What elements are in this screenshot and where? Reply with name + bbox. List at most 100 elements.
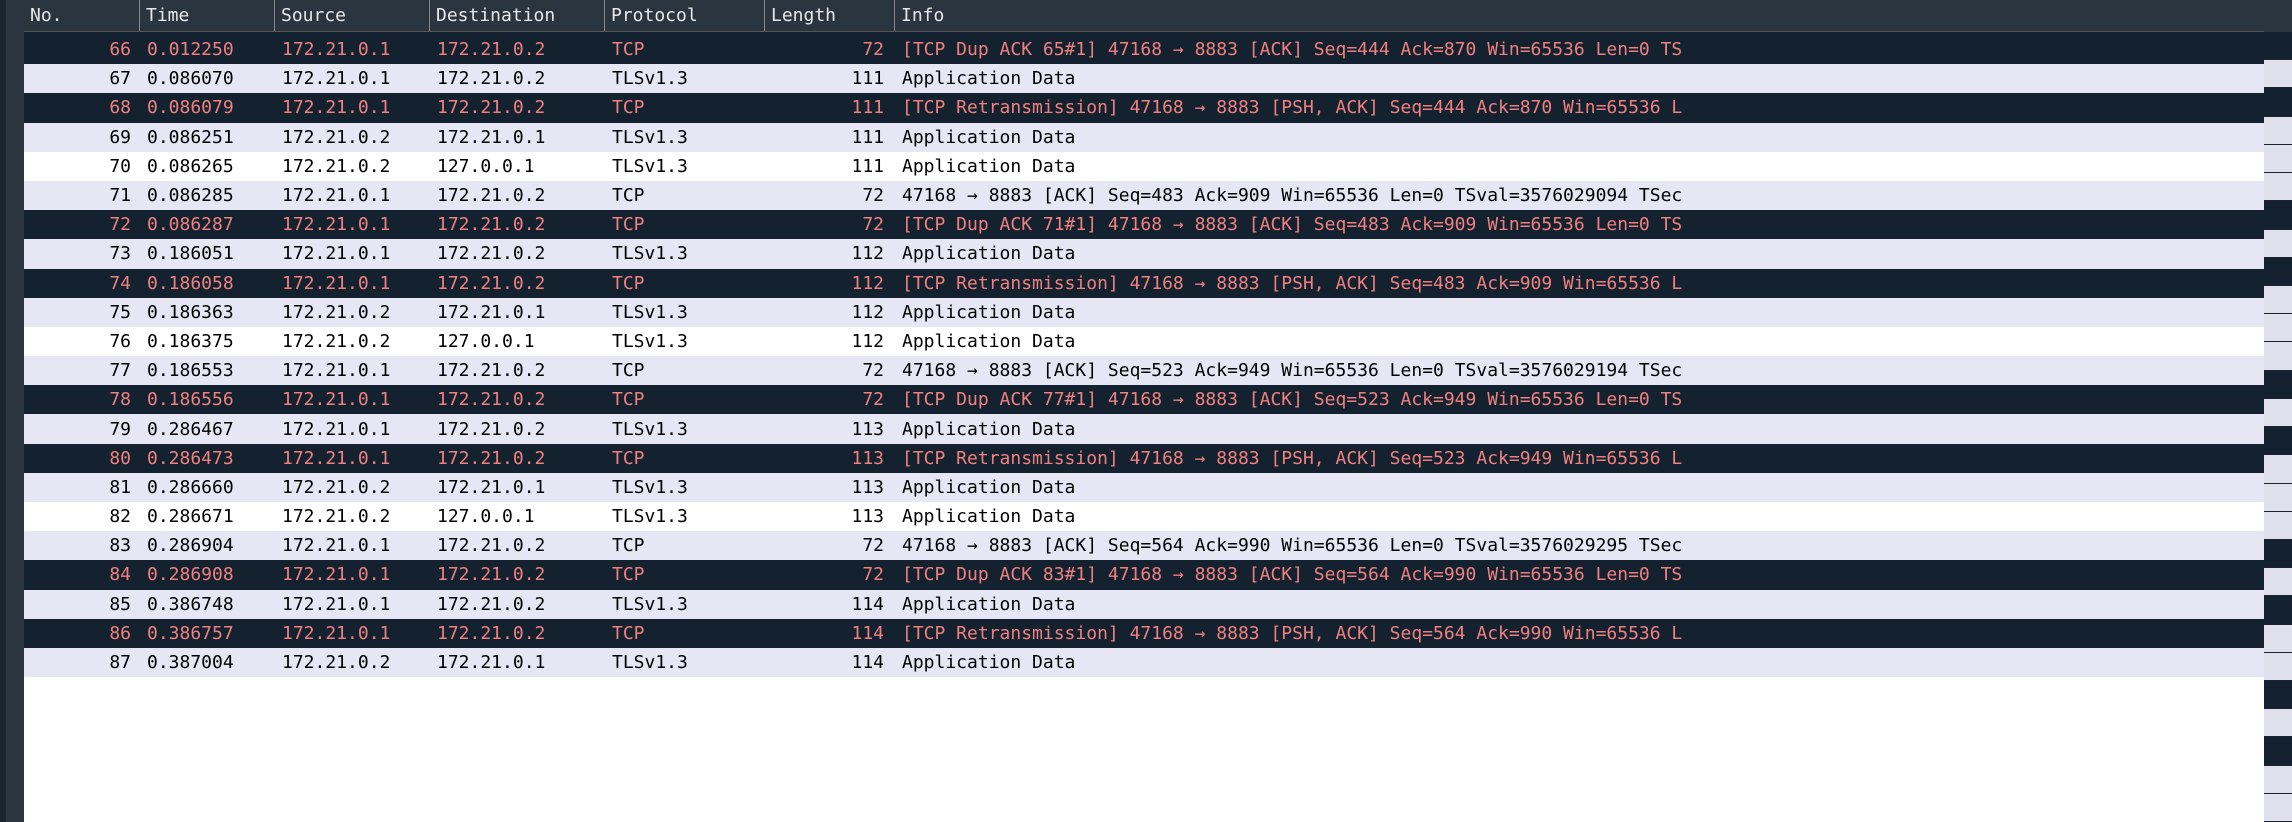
packet-row[interactable]: 660.012250172.21.0.1172.21.0.2TCP72[TCP … [24,35,2264,64]
cell-protocol: TLSv1.3 [606,331,766,352]
column-header-protocol[interactable]: Protocol [604,0,764,31]
packet-row[interactable]: 700.086265172.21.0.2127.0.0.1TLSv1.3111A… [24,152,2264,181]
cell-length: 114 [766,623,896,644]
column-header-time[interactable]: Time [139,0,274,31]
cell-time: 0.286473 [141,448,276,469]
packet-row[interactable]: 740.186058172.21.0.1172.21.0.2TCP112[TCP… [24,269,2264,298]
cell-time: 0.186375 [141,331,276,352]
intelligent-scrollbar[interactable] [2264,0,2292,822]
packet-row[interactable]: 690.086251172.21.0.2172.21.0.1TLSv1.3111… [24,123,2264,152]
cell-no: 68 [26,97,141,118]
cell-protocol: TLSv1.3 [606,506,766,527]
packet-row[interactable]: 810.286660172.21.0.2172.21.0.1TLSv1.3113… [24,473,2264,502]
cell-protocol: TLSv1.3 [606,68,766,89]
cell-source: 172.21.0.2 [276,302,431,323]
cell-time: 0.286908 [141,564,276,585]
cell-info: Application Data [896,594,2264,615]
overview-segment[interactable] [2264,342,2292,370]
overview-segment[interactable] [2264,32,2292,60]
cell-length: 72 [766,564,896,585]
packet-row[interactable]: 830.286904172.21.0.1172.21.0.2TCP7247168… [24,531,2264,560]
overview-segment[interactable] [2264,568,2292,596]
column-header-destination[interactable]: Destination [429,0,604,31]
packet-row[interactable]: 760.186375172.21.0.2127.0.0.1TLSv1.3112A… [24,327,2264,356]
overview-segment[interactable] [2264,625,2292,653]
column-header-length[interactable]: Length [764,0,894,31]
cell-no: 87 [26,652,141,673]
packet-row[interactable]: 820.286671172.21.0.2127.0.0.1TLSv1.3113A… [24,502,2264,531]
packet-row[interactable]: 720.086287172.21.0.1172.21.0.2TCP72[TCP … [24,210,2264,239]
cell-protocol: TLSv1.3 [606,594,766,615]
overview-segment[interactable] [2264,173,2292,201]
overview-segment[interactable] [2264,766,2292,794]
overview-segment[interactable] [2264,286,2292,314]
overview-segment[interactable] [2264,201,2292,229]
cell-length: 112 [766,302,896,323]
packet-row[interactable]: 710.086285172.21.0.1172.21.0.2TCP7247168… [24,181,2264,210]
cell-length: 72 [766,360,896,381]
packet-row[interactable]: 850.386748172.21.0.1172.21.0.2TLSv1.3114… [24,590,2264,619]
packet-row[interactable]: 680.086079172.21.0.1172.21.0.2TCP111[TCP… [24,93,2264,122]
packet-row[interactable]: 860.386757172.21.0.1172.21.0.2TCP114[TCP… [24,619,2264,648]
cell-source: 172.21.0.1 [276,243,431,264]
overview-segment[interactable] [2264,399,2292,427]
overview-segment[interactable] [2264,596,2292,624]
overview-segment[interactable] [2264,653,2292,681]
cell-time: 0.086070 [141,68,276,89]
cell-length: 72 [766,39,896,60]
cell-info: [TCP Retransmission] 47168 → 8883 [PSH, … [896,273,2264,294]
packet-row[interactable]: 730.186051172.21.0.1172.21.0.2TLSv1.3112… [24,239,2264,268]
cell-length: 113 [766,477,896,498]
packet-row[interactable]: 840.286908172.21.0.1172.21.0.2TCP72[TCP … [24,560,2264,589]
overview-segment[interactable] [2264,60,2292,88]
cell-time: 0.186363 [141,302,276,323]
overview-segment[interactable] [2264,794,2292,822]
wireshark-packet-list: No. Time Source Destination Protocol Len… [0,0,2292,822]
cell-length: 112 [766,273,896,294]
cell-protocol: TCP [606,389,766,410]
overview-segment[interactable] [2264,709,2292,737]
cell-info: Application Data [896,419,2264,440]
packet-row[interactable]: 670.086070172.21.0.1172.21.0.2TLSv1.3111… [24,64,2264,93]
cell-source: 172.21.0.1 [276,419,431,440]
overview-segment[interactable] [2264,88,2292,116]
cell-protocol: TLSv1.3 [606,243,766,264]
cell-time: 0.086285 [141,185,276,206]
packet-row[interactable]: 780.186556172.21.0.1172.21.0.2TCP72[TCP … [24,385,2264,414]
cell-time: 0.286660 [141,477,276,498]
cell-protocol: TLSv1.3 [606,127,766,148]
column-header-source[interactable]: Source [274,0,429,31]
packet-rows-container[interactable]: 660.012250172.21.0.1172.21.0.2TCP72[TCP … [24,35,2264,822]
cell-time: 0.012250 [141,39,276,60]
cell-no: 81 [26,477,141,498]
cell-no: 72 [26,214,141,235]
overview-segment[interactable] [2264,427,2292,455]
cell-destination: 172.21.0.2 [431,273,606,294]
column-header-row[interactable]: No. Time Source Destination Protocol Len… [24,0,2264,32]
overview-segment[interactable] [2264,117,2292,145]
overview-segment[interactable] [2264,540,2292,568]
cell-no: 74 [26,273,141,294]
overview-segment[interactable] [2264,455,2292,483]
overview-segment[interactable] [2264,681,2292,709]
cell-destination: 127.0.0.1 [431,156,606,177]
column-header-info[interactable]: Info [894,0,2264,31]
packet-row[interactable]: 750.186363172.21.0.2172.21.0.1TLSv1.3112… [24,298,2264,327]
cell-protocol: TLSv1.3 [606,477,766,498]
packet-row[interactable]: 800.286473172.21.0.1172.21.0.2TCP113[TCP… [24,444,2264,473]
overview-segment[interactable] [2264,314,2292,342]
column-header-no[interactable]: No. [24,0,139,31]
overview-segment[interactable] [2264,230,2292,258]
cell-time: 0.186553 [141,360,276,381]
cell-no: 79 [26,419,141,440]
overview-segment[interactable] [2264,484,2292,512]
overview-segment[interactable] [2264,512,2292,540]
overview-segment[interactable] [2264,371,2292,399]
overview-segment[interactable] [2264,145,2292,173]
overview-segment[interactable] [2264,737,2292,765]
packet-row[interactable]: 870.387004172.21.0.2172.21.0.1TLSv1.3114… [24,648,2264,677]
cell-protocol: TCP [606,214,766,235]
overview-segment[interactable] [2264,258,2292,286]
packet-row[interactable]: 770.186553172.21.0.1172.21.0.2TCP7247168… [24,356,2264,385]
packet-row[interactable]: 790.286467172.21.0.1172.21.0.2TLSv1.3113… [24,414,2264,443]
